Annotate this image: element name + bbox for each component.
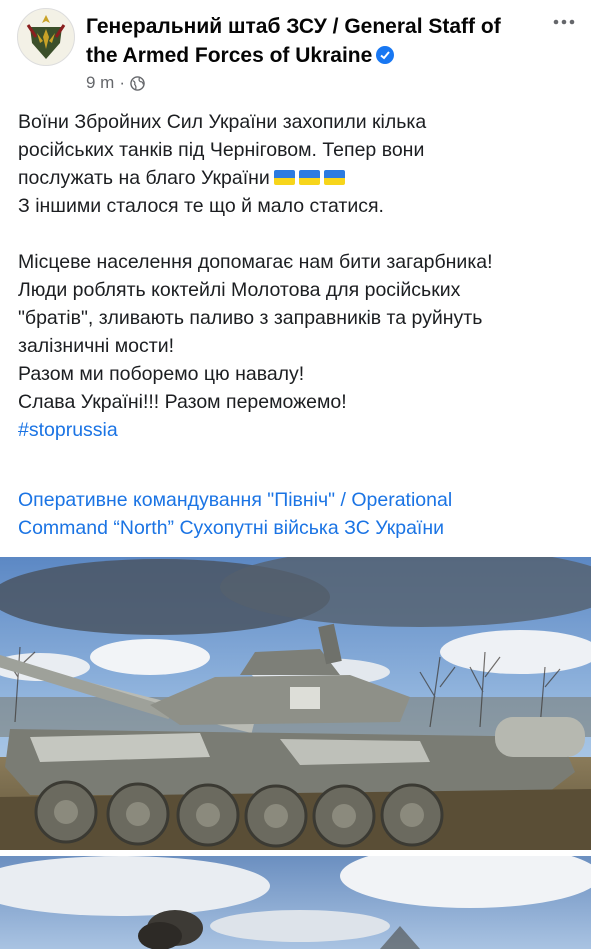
post-header: Генеральний штаб ЗСУ / General Staff of … — [0, 0, 591, 100]
post-line: залізничні мости! — [18, 335, 175, 357]
mention-line[interactable]: Command “North” Сухопутні війська ЗС Укр… — [18, 514, 578, 542]
post-line: З іншими сталося те що й мало статися. — [18, 195, 384, 217]
more-options-button[interactable] — [550, 8, 578, 36]
ukraine-flag-icon — [323, 170, 345, 185]
post-line-with-flags: послужать на благо України — [18, 164, 578, 192]
ukraine-flag-icon — [273, 170, 295, 185]
post-line: Воїни Збройних Сил України захопили кіль… — [18, 111, 427, 133]
post-line: Разом ми поборемо цю навалу! — [18, 363, 305, 385]
post-line: "братів", зливають паливо з заправників … — [18, 307, 483, 329]
hashtag-link[interactable]: #stoprussia — [18, 416, 578, 444]
post-line: російських танків під Черніговом. Тепер … — [18, 139, 425, 161]
post-line: Люди роблять коктейлі Молотова для росій… — [18, 279, 461, 301]
verified-badge-icon — [376, 46, 395, 64]
globe-icon — [130, 75, 145, 91]
meta-separator: · — [119, 73, 126, 92]
post-line: Слава Україні!!! Разом переможемо! — [18, 391, 347, 413]
tank-photo[interactable] — [0, 557, 591, 850]
more-horizontal-icon — [553, 19, 575, 25]
ukraine-flag-icon — [298, 170, 320, 185]
post-line-text: послужать на благо України — [18, 167, 270, 189]
post-time[interactable]: 9 m — [86, 73, 114, 93]
post-body: Воїни Збройних Сил України захопили кіль… — [18, 108, 578, 444]
tank-photo-2[interactable] — [0, 856, 591, 949]
page-name-text[interactable]: Генеральний штаб ЗСУ / General Staff of … — [86, 15, 501, 67]
mention-line[interactable]: Оперативне командування "Північ" / Opera… — [18, 486, 578, 514]
post-meta: 9 m · — [86, 73, 145, 93]
mention-link[interactable]: Оперативне командування "Північ" / Opera… — [18, 486, 578, 542]
general-staff-emblem-icon — [26, 15, 66, 59]
post-blank-line — [18, 220, 578, 248]
page-avatar[interactable] — [17, 8, 75, 66]
page-name[interactable]: Генеральний штаб ЗСУ / General Staff of … — [86, 12, 526, 70]
post-line: Місцеве населення допомагає нам бити заг… — [18, 251, 493, 273]
